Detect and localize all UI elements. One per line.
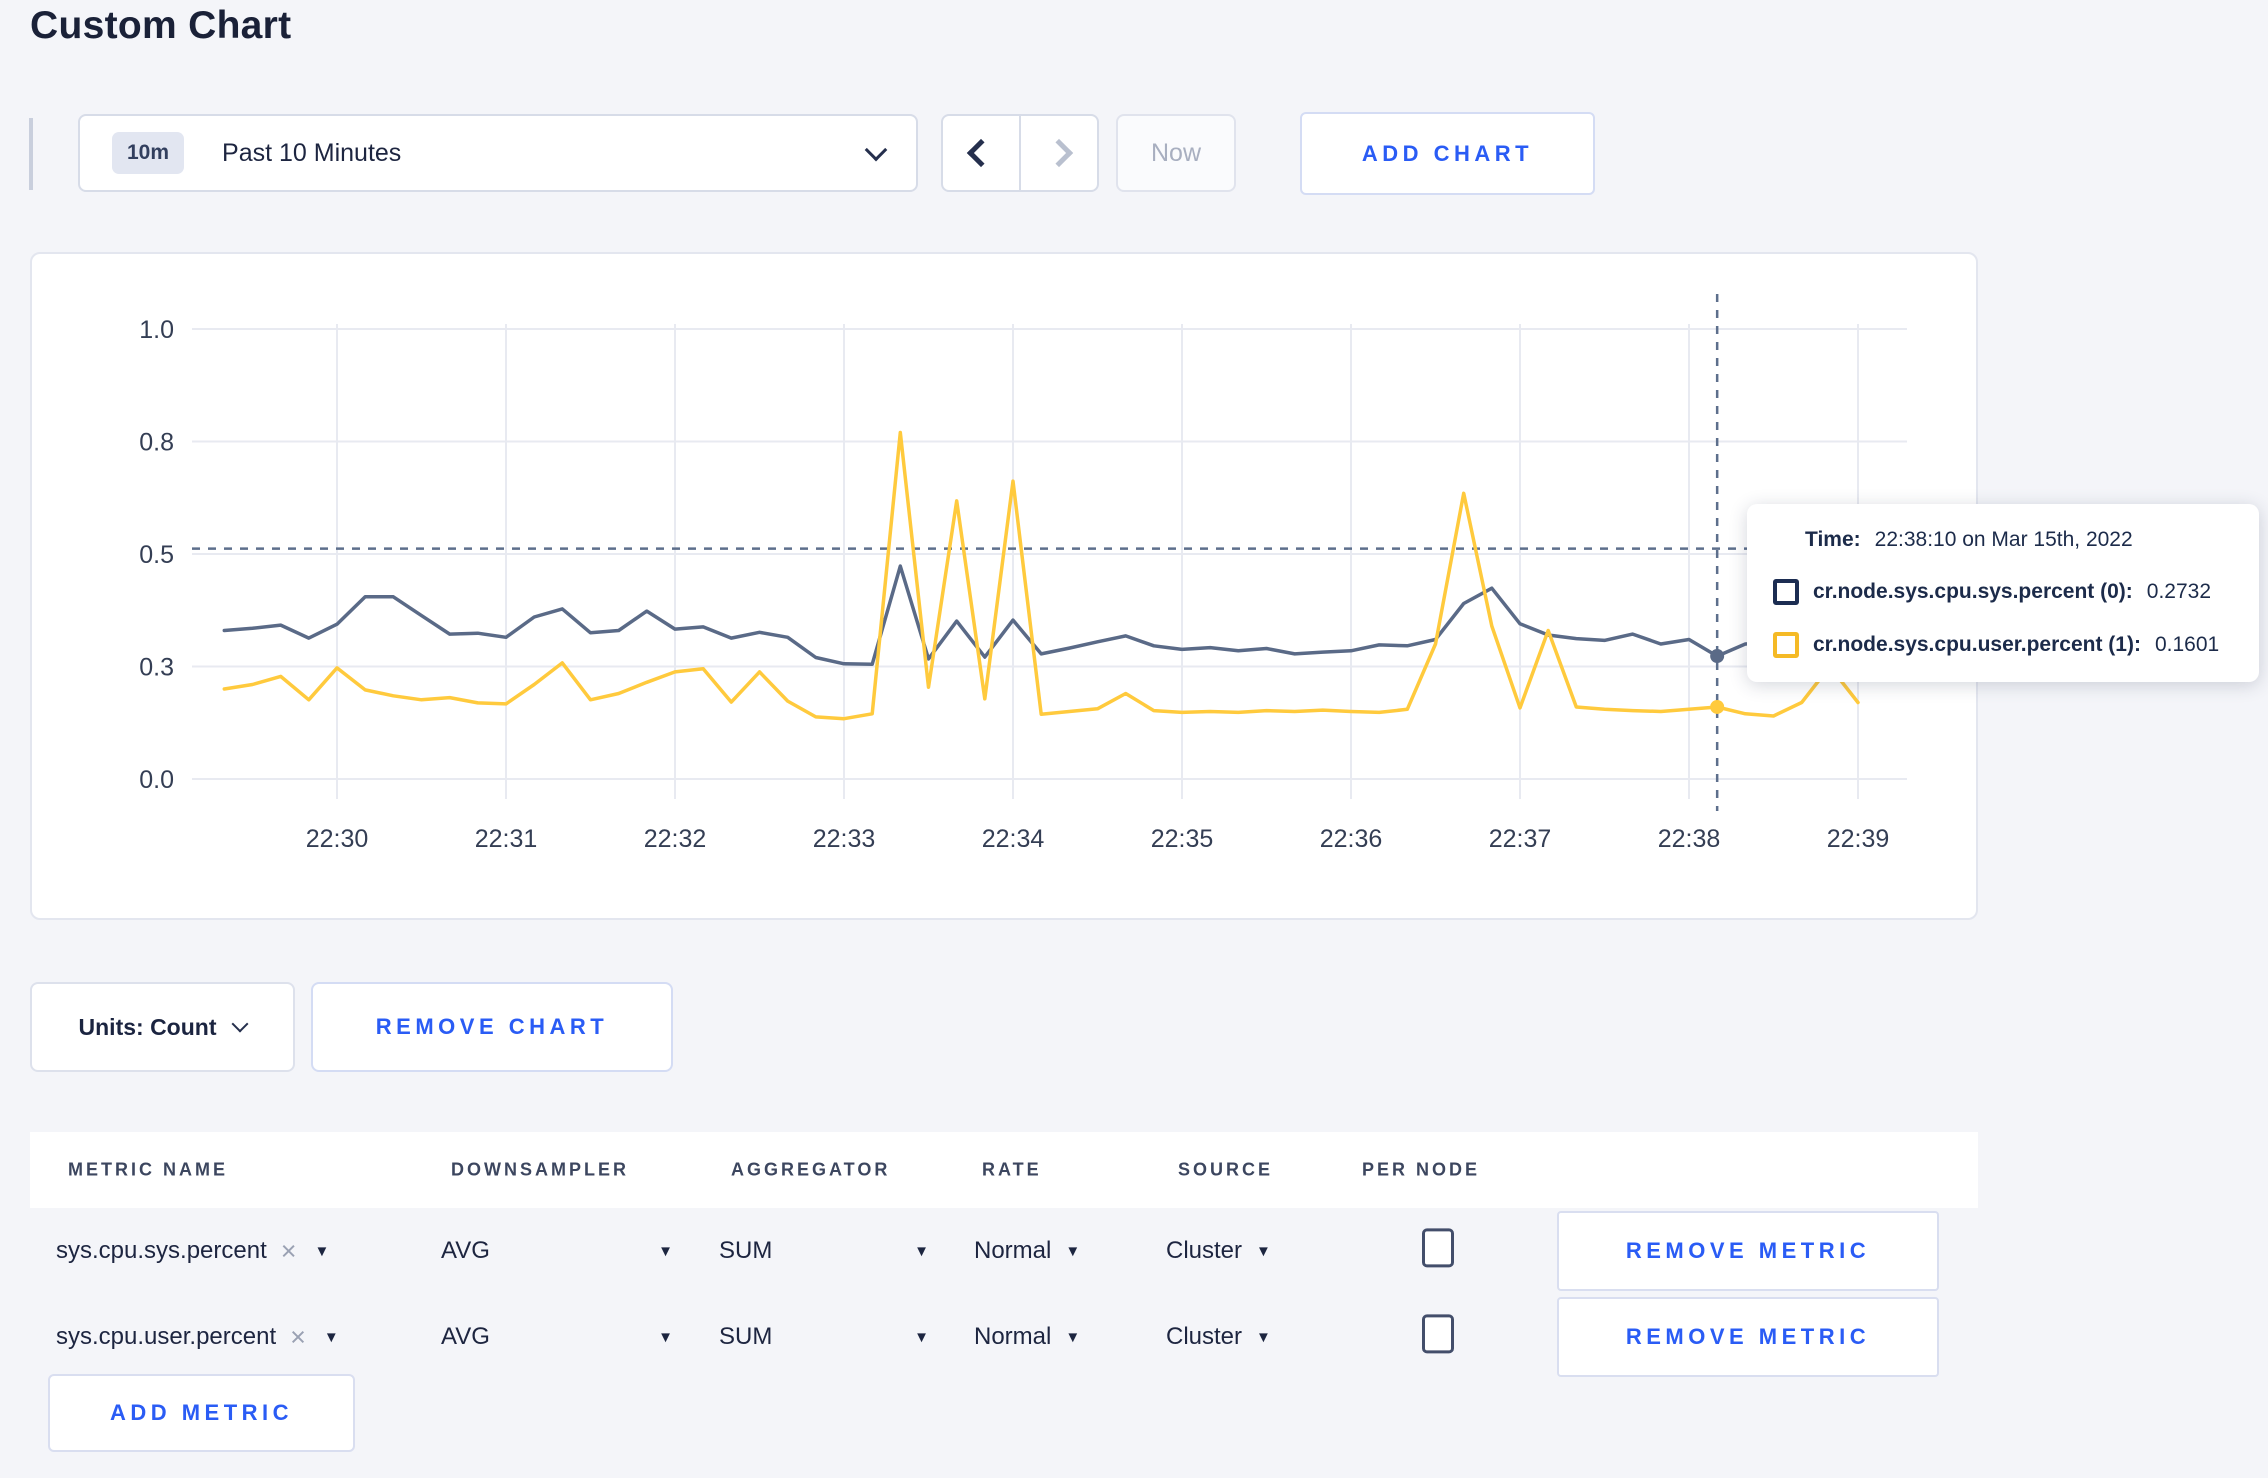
col-header-source: SOURCE (1178, 1159, 1274, 1180)
rate-value: Normal (974, 1323, 1052, 1350)
tooltip-time-label: Time: (1805, 528, 1861, 551)
x-axis-tick-label: 22:37 (1489, 825, 1552, 853)
clear-metric-icon[interactable]: × (290, 1323, 306, 1351)
caret-down-icon: ▼ (914, 1328, 929, 1346)
chart-card: 1.0 0.8 0.5 0.3 0.0 22:30 22:31 22:32 22:33 22:34… (30, 252, 1978, 920)
aggregator-select[interactable]: SUM ▼ (719, 1237, 929, 1265)
crosshair-dot (1710, 649, 1725, 664)
custom-chart-page: Custom Chart 10m Past 10 Minutes Now ADD… (0, 0, 2268, 1478)
x-axis-tick-label: 22:38 (1658, 825, 1721, 853)
remove-chart-button[interactable]: REMOVE CHART (311, 982, 673, 1072)
per-node-checkbox[interactable] (1422, 1314, 1454, 1354)
metric-name: sys.cpu.sys.percent (56, 1237, 267, 1264)
remove-metric-button[interactable]: REMOVE METRIC (1557, 1297, 1939, 1377)
table-row: sys.cpu.user.percent × ▼ AVG ▼ SUM ▼ Nor… (30, 1294, 1978, 1380)
downsampler-value: AVG (441, 1237, 490, 1264)
x-axis-tick-label: 22:31 (475, 825, 538, 853)
chevron-down-icon (864, 138, 888, 162)
now-button[interactable]: Now (1116, 114, 1236, 192)
caret-down-icon: ▼ (658, 1242, 673, 1260)
remove-metric-button[interactable]: REMOVE METRIC (1557, 1211, 1939, 1291)
col-header-aggregator: AGGREGATOR (731, 1159, 891, 1180)
metric-name-select[interactable]: sys.cpu.user.percent × ▼ (56, 1323, 339, 1351)
series-0-value: 0.2732 (2146, 580, 2212, 603)
y-axis-tick-label: 0.3 (139, 654, 174, 682)
aggregator-value: SUM (719, 1323, 773, 1350)
col-header-per-node: PER NODE (1362, 1159, 1481, 1180)
tooltip-time-row: Time: 22:38:10 on Mar 15th, 2022 (1773, 528, 2233, 552)
units-label: Units: Count (78, 1013, 217, 1040)
source-select[interactable]: Cluster ▼ (1166, 1237, 1271, 1265)
table-row: sys.cpu.sys.percent × ▼ AVG ▼ SUM ▼ Norm… (30, 1208, 1978, 1294)
tooltip-series-row: cr.node.sys.cpu.sys.percent (0): 0.2732 (1773, 579, 2233, 605)
chevron-down-icon (231, 1015, 249, 1033)
metrics-table-header: METRIC NAME DOWNSAMPLER AGGREGATOR RATE … (30, 1132, 1978, 1208)
series-1-swatch-icon (1773, 632, 1799, 658)
aggregator-select[interactable]: SUM ▼ (719, 1323, 929, 1351)
units-select[interactable]: Units: Count (30, 982, 295, 1072)
x-axis-tick-label: 22:36 (1320, 825, 1383, 853)
time-range-badge: 10m (112, 132, 185, 174)
rate-value: Normal (974, 1237, 1052, 1264)
x-axis-tick-label: 22:39 (1827, 825, 1890, 853)
col-header-rate: RATE (982, 1159, 1042, 1180)
x-axis-tick-label: 22:30 (306, 825, 369, 853)
cpu-percent-line-chart[interactable]: 1.0 0.8 0.5 0.3 0.0 22:30 22:31 22:32 22:33 22:34… (32, 254, 1976, 918)
chart-tooltip: Time: 22:38:10 on Mar 15th, 2022 cr.node… (1747, 504, 2259, 682)
x-axis-tick-label: 22:35 (1151, 825, 1214, 853)
rate-select[interactable]: Normal ▼ (974, 1323, 1080, 1351)
col-header-downsampler: DOWNSAMPLER (451, 1159, 629, 1180)
downsampler-select[interactable]: AVG ▼ (441, 1237, 673, 1265)
metric-name-select[interactable]: sys.cpu.sys.percent × ▼ (56, 1237, 329, 1265)
metric-name: sys.cpu.user.percent (56, 1323, 277, 1350)
downsampler-select[interactable]: AVG ▼ (441, 1323, 673, 1351)
series-line-0 (222, 564, 1860, 667)
toolbar-left-rule (29, 118, 33, 190)
caret-down-icon: ▼ (323, 1328, 339, 1346)
x-axis-tick-label: 22:34 (982, 825, 1045, 853)
caret-down-icon: ▼ (1256, 1242, 1271, 1260)
time-range-label: Past 10 Minutes (222, 138, 402, 167)
tooltip-series-row: cr.node.sys.cpu.user.percent (1): 0.1601 (1773, 632, 2233, 658)
col-header-metric-name: METRIC NAME (68, 1159, 228, 1180)
time-back-button[interactable] (943, 116, 1019, 190)
y-axis-tick-label: 1.0 (139, 316, 174, 344)
source-select[interactable]: Cluster ▼ (1166, 1323, 1271, 1351)
downsampler-value: AVG (441, 1323, 490, 1350)
time-forward-button[interactable] (1019, 116, 1097, 190)
source-value: Cluster (1166, 1237, 1243, 1264)
crosshair-dot (1710, 699, 1725, 714)
tooltip-time-value: 22:38:10 on Mar 15th, 2022 (1874, 528, 2133, 551)
caret-down-icon: ▼ (314, 1242, 330, 1260)
series-1-name: cr.node.sys.cpu.user.percent (1): (1813, 633, 2141, 656)
series-0-swatch-icon (1773, 579, 1799, 605)
source-value: Cluster (1166, 1323, 1243, 1350)
page-title: Custom Chart (30, 4, 292, 47)
y-axis-tick-label: 0.5 (139, 541, 174, 569)
y-axis-tick-label: 0.8 (139, 429, 174, 457)
caret-down-icon: ▼ (1256, 1328, 1271, 1346)
chevron-left-icon (966, 138, 996, 168)
caret-down-icon: ▼ (1065, 1242, 1081, 1260)
caret-down-icon: ▼ (658, 1328, 673, 1346)
add-chart-button[interactable]: ADD CHART (1300, 112, 1595, 195)
caret-down-icon: ▼ (1065, 1328, 1081, 1346)
series-line-1 (222, 430, 1860, 721)
time-nav-group (941, 114, 1099, 192)
per-node-checkbox[interactable] (1422, 1228, 1454, 1268)
rate-select[interactable]: Normal ▼ (974, 1237, 1080, 1265)
clear-metric-icon[interactable]: × (281, 1237, 297, 1265)
x-axis-tick-label: 22:32 (644, 825, 707, 853)
y-axis-tick-label: 0.0 (139, 766, 174, 794)
caret-down-icon: ▼ (914, 1242, 929, 1260)
chevron-right-icon (1044, 138, 1074, 168)
add-metric-button[interactable]: ADD METRIC (48, 1374, 355, 1452)
time-range-select[interactable]: 10m Past 10 Minutes (78, 114, 918, 192)
x-axis-tick-label: 22:33 (813, 825, 876, 853)
aggregator-value: SUM (719, 1237, 773, 1264)
series-1-value: 0.1601 (2154, 633, 2220, 656)
series-0-name: cr.node.sys.cpu.sys.percent (0): (1813, 580, 2133, 603)
